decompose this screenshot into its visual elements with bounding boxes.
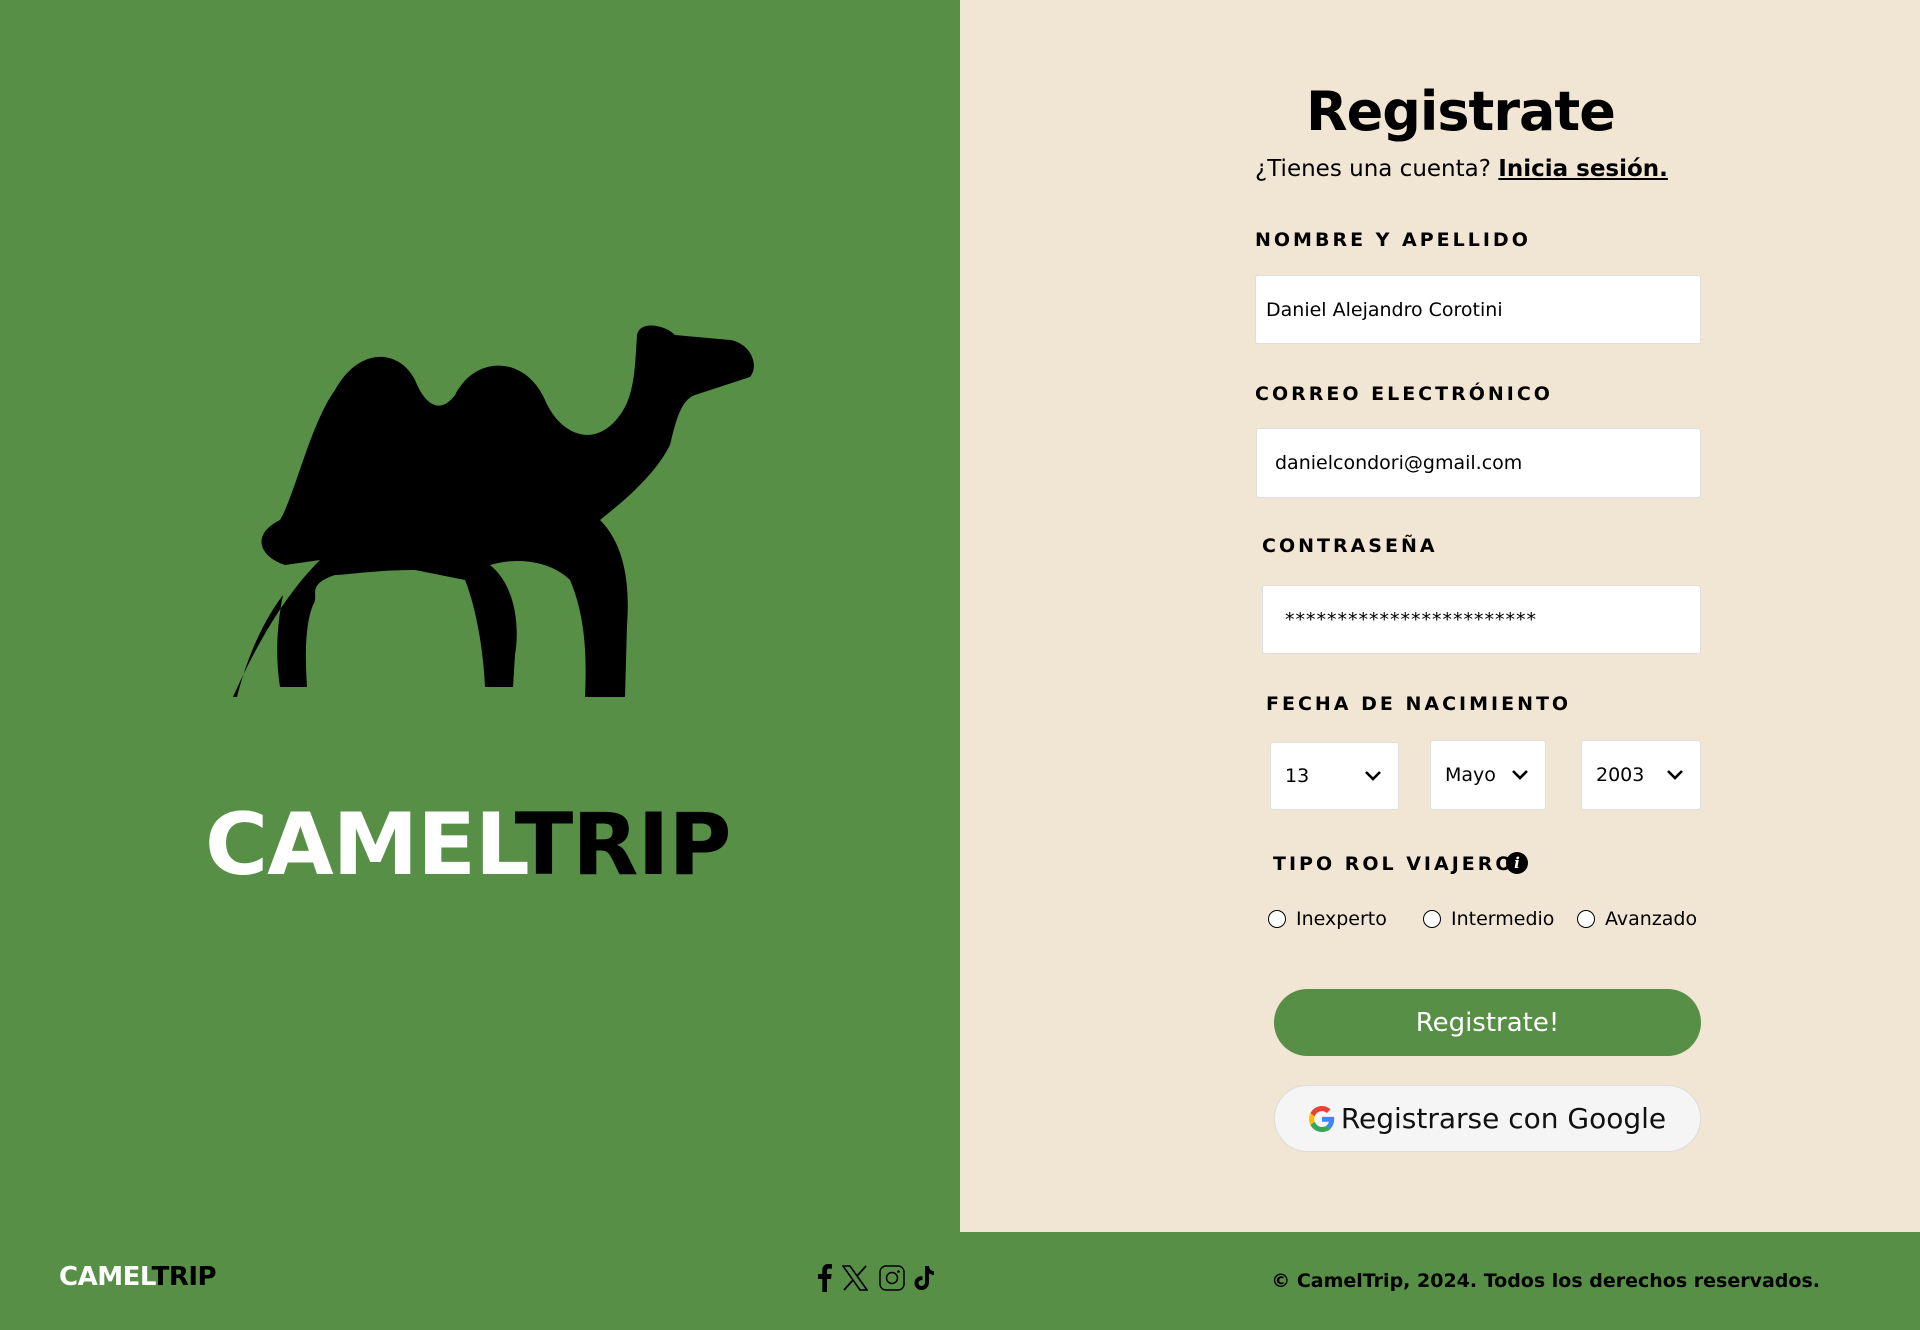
brand-part-2: TRIP — [514, 795, 732, 895]
role-option-label: Inexperto — [1296, 908, 1387, 930]
birthdate-label: FECHA DE NACIMIENTO — [1266, 693, 1572, 715]
copyright-text: © CamelTrip, 2024. Todos los derechos re… — [1271, 1270, 1820, 1292]
role-label: TIPO ROL VIAJERO — [1273, 853, 1515, 875]
chevron-down-icon — [1512, 770, 1528, 780]
name-label: NOMBRE Y APELLIDO — [1255, 229, 1531, 251]
role-option-intermedio[interactable]: Intermedio — [1423, 908, 1554, 930]
login-prompt: ¿Tienes una cuenta? Inicia sesión. — [1255, 156, 1668, 182]
password-field[interactable]: ************************ — [1262, 585, 1701, 654]
birth-day-select[interactable]: 13 — [1270, 742, 1399, 810]
footer-brand-part-1: CAMEL — [59, 1262, 152, 1292]
facebook-icon[interactable] — [818, 1263, 832, 1293]
tiktok-icon[interactable] — [913, 1263, 935, 1293]
x-icon[interactable] — [842, 1263, 868, 1293]
login-link[interactable]: Inicia sesión. — [1498, 156, 1668, 182]
birth-year-value: 2003 — [1596, 764, 1645, 786]
brand-panel: CAMELTRIP — [0, 0, 960, 1232]
name-field[interactable]: Daniel Alejandro Corotini — [1255, 275, 1701, 344]
role-option-label: Avanzado — [1605, 908, 1698, 930]
google-register-button[interactable]: Registrarse con Google — [1274, 1085, 1701, 1152]
instagram-icon[interactable] — [879, 1263, 905, 1293]
chevron-down-icon — [1365, 771, 1381, 781]
camel-logo-icon — [233, 325, 754, 697]
role-option-inexperto[interactable]: Inexperto — [1268, 908, 1387, 930]
chevron-down-icon — [1667, 770, 1683, 780]
info-icon[interactable]: i — [1506, 852, 1528, 874]
birth-year-select[interactable]: 2003 — [1581, 740, 1701, 810]
birth-month-value: Mayo — [1445, 764, 1496, 786]
radio-circle[interactable] — [1268, 910, 1286, 928]
birth-day-value: 13 — [1285, 765, 1310, 787]
radio-circle[interactable] — [1423, 910, 1441, 928]
role-option-avanzado[interactable]: Avanzado — [1577, 908, 1697, 930]
brand-part-1: CAMEL — [205, 795, 516, 895]
footer-brand: CAMELTRIP — [59, 1262, 217, 1292]
page-title: Registrate — [1306, 80, 1616, 143]
radio-circle[interactable] — [1577, 910, 1595, 928]
google-icon — [1308, 1105, 1334, 1132]
role-option-label: Intermedio — [1451, 908, 1555, 930]
email-label: CORREO ELECTRÓNICO — [1255, 383, 1553, 405]
login-prompt-text: ¿Tienes una cuenta? — [1255, 156, 1491, 182]
footer-brand-part-2: TRIP — [151, 1262, 217, 1292]
footer: CAMELTRIP © CamelTrip, 2024. Todos los d… — [0, 1232, 1920, 1330]
birth-month-select[interactable]: Mayo — [1430, 740, 1546, 810]
brand-wordmark: CAMELTRIP — [205, 795, 785, 895]
password-label: CONTRASEÑA — [1262, 535, 1438, 557]
google-register-label: Registrarse con Google — [1340, 1102, 1667, 1135]
email-field[interactable]: danielcondori@gmail.com — [1256, 428, 1701, 498]
register-button[interactable]: Registrate! — [1274, 989, 1701, 1056]
